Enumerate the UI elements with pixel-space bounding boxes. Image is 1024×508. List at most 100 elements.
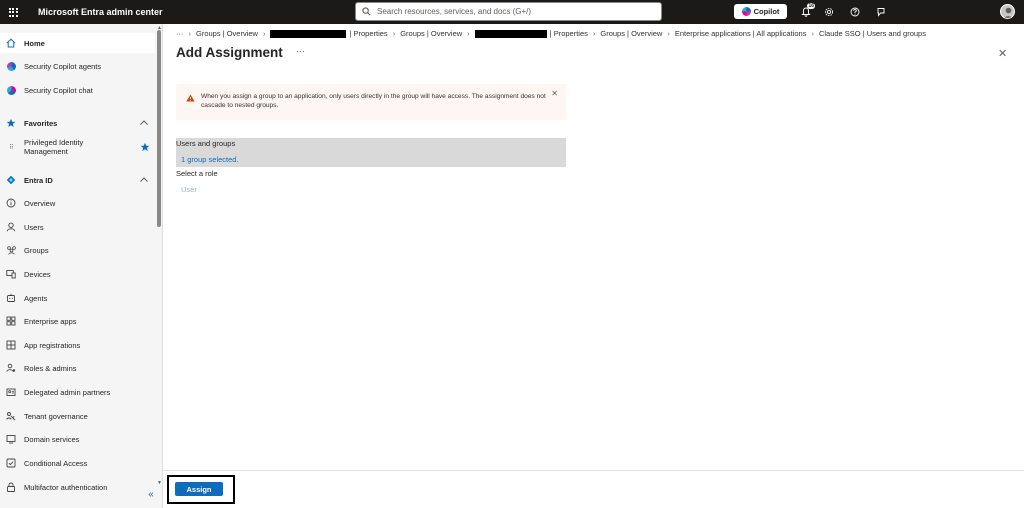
chevron-right-icon: › xyxy=(188,29,192,38)
breadcrumb-item[interactable]: | Properties xyxy=(550,29,588,38)
sidebar-item-privileged-identity-management[interactable]: ⠿ Privileged Identity Management xyxy=(0,136,155,158)
sidebar-item-label: App registrations xyxy=(24,340,81,350)
conditional-access-icon xyxy=(4,456,18,470)
selected-role-value[interactable]: User xyxy=(181,185,197,194)
sidebar-item-users[interactable]: Users xyxy=(0,217,155,237)
groups-selected-link[interactable]: 1 group selected. xyxy=(181,155,239,164)
chevron-right-icon: › xyxy=(667,29,670,38)
sidebar-item-label: Multifactor authentication xyxy=(24,482,108,492)
sidebar-item-label-line2: Management xyxy=(24,147,68,156)
sidebar-item-conditional-access[interactable]: Conditional Access xyxy=(0,453,155,473)
more-options-button[interactable]: ··· xyxy=(296,46,305,56)
sidebar-item-label: Domain services xyxy=(24,434,80,444)
home-icon xyxy=(4,36,18,50)
app-title[interactable]: Microsoft Entra admin center xyxy=(38,7,163,17)
apps-grid-icon xyxy=(4,314,18,328)
sidebar-item-label: Devices xyxy=(24,269,51,279)
sidebar-item-delegated-admin-partners[interactable]: Delegated admin partners xyxy=(0,382,155,402)
sidebar-item-label: Groups xyxy=(24,245,49,255)
star-icon xyxy=(4,116,18,130)
sidebar-item-label: Conditional Access xyxy=(24,458,88,468)
chevron-right-icon: › xyxy=(392,29,396,38)
sidebar-item-agents[interactable]: Agents xyxy=(0,288,155,308)
sidebar-section-favorites[interactable]: Favorites xyxy=(0,113,155,133)
gear-icon xyxy=(824,7,834,17)
sidebar-item-label: Overview xyxy=(24,198,56,208)
info-icon xyxy=(4,196,18,210)
section-label: Favorites xyxy=(24,118,58,128)
sidebar-item-multifactor-authentication[interactable]: Multifactor authentication xyxy=(0,477,155,497)
copilot-button[interactable]: Copilot xyxy=(734,4,787,19)
sidebar-item-groups[interactable]: Groups xyxy=(0,240,155,260)
app-launcher-button[interactable] xyxy=(0,0,26,24)
redaction-bar xyxy=(270,29,347,38)
sidebar-item-label: Delegated admin partners xyxy=(24,387,111,397)
section-label: Entra ID xyxy=(24,175,53,185)
breadcrumb-ellipsis-button[interactable]: ··· xyxy=(176,29,184,38)
sidebar-scrollbar-thumb[interactable] xyxy=(157,30,161,227)
copilot-label: Copilot xyxy=(753,7,780,16)
chevron-up-icon xyxy=(140,177,148,182)
breadcrumb-item[interactable]: | Properties xyxy=(349,29,387,38)
mfa-icon xyxy=(4,480,18,494)
assign-button[interactable]: Assign xyxy=(175,482,223,496)
chevron-right-icon: › xyxy=(811,29,814,38)
breadcrumb-item[interactable]: Enterprise applications | All applicatio… xyxy=(675,29,807,38)
favorite-star-icon[interactable] xyxy=(140,142,150,152)
sidebar-item-app-registrations[interactable]: App registrations xyxy=(0,335,155,355)
notifications-button[interactable]: 16 xyxy=(799,3,815,19)
drag-handle-icon[interactable]: ⠿ xyxy=(4,140,18,154)
governance-icon xyxy=(4,409,18,423)
sidebar-item-enterprise-apps[interactable]: Enterprise apps xyxy=(0,311,155,331)
devices-icon xyxy=(4,267,18,281)
breadcrumb-item[interactable]: Groups | Overview xyxy=(600,29,662,38)
settings-button[interactable] xyxy=(822,5,836,19)
collapse-sidebar-button[interactable]: « xyxy=(145,489,157,501)
close-icon[interactable]: ✕ xyxy=(998,47,1007,60)
sidebar-item-label: Enterprise apps xyxy=(24,316,77,326)
dismiss-warning-icon[interactable]: ✕ xyxy=(551,89,558,98)
scroll-down-arrow-icon[interactable]: ▼ xyxy=(156,480,163,487)
copilot-icon xyxy=(741,7,751,16)
sidebar-item-tenant-governance[interactable]: Tenant governance xyxy=(0,406,155,426)
help-button[interactable] xyxy=(848,5,862,19)
users-and-groups-section[interactable]: Users and groups 1 group selected. xyxy=(176,138,566,167)
agents-icon xyxy=(4,291,18,305)
feedback-icon xyxy=(877,8,885,17)
sidebar-item-label: Users xyxy=(24,222,44,232)
breadcrumb-item[interactable]: Claude SSO | Users and groups xyxy=(819,29,926,38)
sidebar-item-devices[interactable]: Devices xyxy=(0,264,155,284)
chevron-right-icon: › xyxy=(592,29,596,38)
sidebar-item-security-copilot-agents[interactable]: Security Copilot agents xyxy=(0,56,155,76)
footer-divider xyxy=(163,470,1024,471)
sidebar-item-label: Roles & admins xyxy=(24,363,77,373)
chevron-right-icon: › xyxy=(262,29,266,38)
sidebar-item-label: Home xyxy=(24,38,45,48)
scroll-up-arrow-icon[interactable]: ▲ xyxy=(156,25,163,32)
copilot-chat-icon xyxy=(4,83,18,97)
user-avatar[interactable] xyxy=(1000,4,1015,19)
entra-id-icon xyxy=(4,173,18,187)
warning-icon xyxy=(186,94,195,102)
sidebar-item-roles-admins[interactable]: Roles & admins xyxy=(0,358,155,378)
warning-text: When you assign a group to an applicatio… xyxy=(201,93,546,109)
sidebar-item-home[interactable]: Home xyxy=(0,33,155,53)
search-icon xyxy=(362,7,371,16)
sidebar-item-security-copilot-chat[interactable]: Security Copilot chat xyxy=(0,80,155,100)
warning-banner: When you assign a group to an applicatio… xyxy=(176,84,566,120)
feedback-button[interactable] xyxy=(874,5,888,19)
sidebar-item-overview[interactable]: Overview xyxy=(0,193,155,213)
chevron-right-icon: › xyxy=(467,29,470,38)
sidebar-item-domain-services[interactable]: Domain services xyxy=(0,429,155,449)
global-search[interactable] xyxy=(355,2,662,21)
sidebar-section-entra-id[interactable]: Entra ID xyxy=(0,170,155,190)
select-role-label: Select a role xyxy=(176,169,218,178)
search-input[interactable] xyxy=(377,7,647,16)
app-registrations-icon xyxy=(4,338,18,352)
chevron-up-icon xyxy=(140,120,148,125)
page-title: Add Assignment xyxy=(176,45,283,60)
breadcrumb-item[interactable]: Groups | Overview xyxy=(400,29,462,38)
breadcrumb-item[interactable]: Groups | Overview xyxy=(196,29,258,38)
sidebar-item-label: Security Copilot chat xyxy=(24,85,93,95)
breadcrumb: ··· › Groups | Overview › | Properties ›… xyxy=(176,29,926,38)
